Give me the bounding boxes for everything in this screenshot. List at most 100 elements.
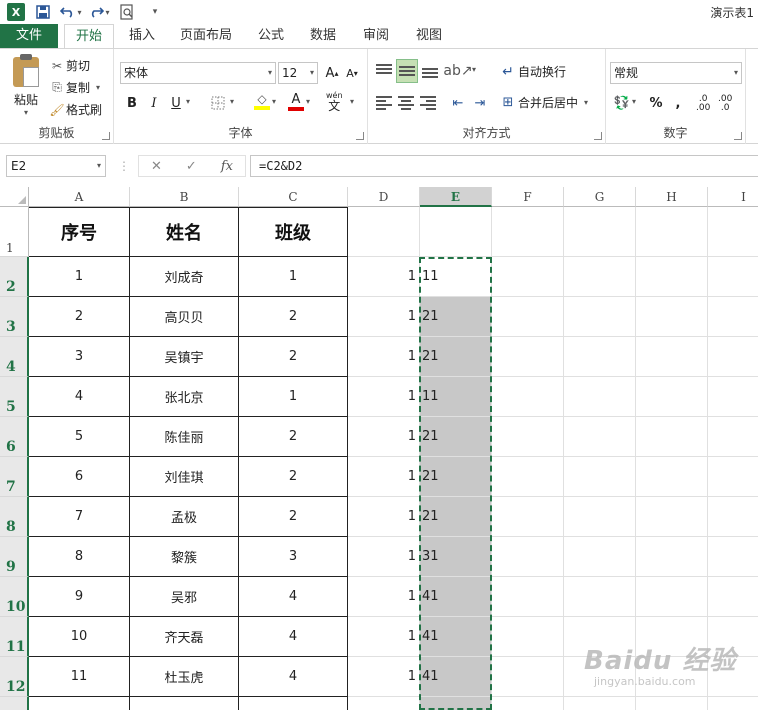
undo-icon[interactable]: ▾ (60, 2, 82, 22)
cell-index[interactable]: 8 (29, 537, 130, 577)
wrap-text-button[interactable]: ↵ 自动换行 (498, 63, 566, 80)
cell-i[interactable] (708, 457, 758, 497)
cell-d[interactable]: 1 (348, 337, 420, 377)
copy-button[interactable]: ⎘ 复制 ▾ (48, 79, 100, 96)
align-center-icon[interactable] (396, 93, 416, 113)
cell-g[interactable] (564, 497, 636, 537)
tab-review[interactable]: 审阅 (353, 24, 399, 48)
cell-f[interactable] (492, 497, 564, 537)
cell-h[interactable] (636, 417, 708, 457)
cell-d[interactable]: 1 (348, 417, 420, 457)
paste-dropdown-icon[interactable]: ▾ (24, 108, 28, 117)
cell-index[interactable]: 4 (29, 377, 130, 417)
number-format-select[interactable]: 常规 ▾ (610, 62, 742, 84)
orientation-dropdown-icon[interactable]: ▾ (472, 65, 476, 74)
cell-e[interactable]: 21 (420, 337, 492, 377)
row-header-13[interactable] (0, 697, 29, 710)
phonetic-guide-icon[interactable]: wén 文 (326, 91, 343, 112)
cell-name[interactable]: 吴镇宇 (130, 337, 239, 377)
merge-dropdown-icon[interactable]: ▾ (584, 98, 588, 107)
cell-i[interactable] (708, 417, 758, 457)
cell-i[interactable] (708, 297, 758, 337)
shrink-font-button[interactable]: A ▾ (342, 63, 362, 83)
cell-e[interactable]: 21 (420, 417, 492, 457)
row-header-4[interactable]: 4 (0, 337, 29, 377)
cell-g[interactable] (564, 337, 636, 377)
enter-icon[interactable]: ✓ (186, 159, 197, 174)
cell-name[interactable]: 张北京 (130, 377, 239, 417)
row-header-11[interactable]: 11 (0, 617, 29, 657)
name-box[interactable]: E2 ▾ (6, 155, 106, 177)
format-painter-button[interactable]: 🖌 格式刷 (48, 101, 102, 118)
cell-f[interactable] (492, 537, 564, 577)
row-header-7[interactable]: 7 (0, 457, 29, 497)
column-header-e[interactable]: E (420, 187, 492, 207)
cell-i[interactable] (708, 577, 758, 617)
middle-align-icon[interactable] (396, 59, 418, 83)
cell-h[interactable] (636, 537, 708, 577)
cell-h[interactable] (636, 697, 708, 710)
tab-formulas[interactable]: 公式 (248, 24, 294, 48)
select-all-button[interactable] (0, 187, 29, 207)
accounting-format-icon[interactable]: 💱 (612, 93, 632, 113)
cell-g[interactable] (564, 537, 636, 577)
cell-class[interactable]: 2 (239, 457, 348, 497)
column-header-c[interactable]: C (239, 187, 348, 207)
print-preview-icon[interactable] (116, 2, 138, 22)
align-right-icon[interactable] (418, 93, 438, 113)
cell-d[interactable]: 1 (348, 537, 420, 577)
cell-f[interactable] (492, 257, 564, 297)
row-header-5[interactable]: 5 (0, 377, 29, 417)
cell-d[interactable]: 1 (348, 457, 420, 497)
header-cell-name[interactable]: 姓名 (130, 207, 239, 257)
underline-button[interactable]: U (166, 93, 186, 113)
cell-i[interactable] (708, 337, 758, 377)
cell-e[interactable]: 41 (420, 577, 492, 617)
cell-class[interactable]: 4 (239, 577, 348, 617)
font-size-dropdown-icon[interactable]: ▾ (310, 63, 314, 83)
cell-index[interactable]: 9 (29, 577, 130, 617)
cell-f1[interactable] (492, 207, 564, 257)
cell-name[interactable]: 孟极 (130, 497, 239, 537)
phonetic-dropdown-icon[interactable]: ▾ (350, 97, 354, 106)
cell-g[interactable] (564, 417, 636, 457)
cell-h1[interactable] (636, 207, 708, 257)
column-header-i[interactable]: I (708, 187, 758, 207)
copy-dropdown-icon[interactable]: ▾ (96, 83, 100, 92)
cell-h[interactable] (636, 257, 708, 297)
cell-i[interactable] (708, 497, 758, 537)
tab-page-layout[interactable]: 页面布局 (170, 24, 242, 48)
bottom-align-icon[interactable] (420, 61, 440, 81)
cell-e[interactable]: 41 (420, 657, 492, 697)
cell-name[interactable]: 吴邪 (130, 577, 239, 617)
top-align-icon[interactable] (374, 61, 394, 81)
cell-e[interactable]: 11 (420, 377, 492, 417)
cell-class[interactable] (239, 697, 348, 710)
cell-class[interactable]: 1 (239, 257, 348, 297)
paste-button[interactable]: 粘贴 ▾ (8, 54, 44, 121)
cell-e[interactable]: 31 (420, 537, 492, 577)
cell-g1[interactable] (564, 207, 636, 257)
cell-index[interactable]: 2 (29, 297, 130, 337)
cell-index[interactable]: 11 (29, 657, 130, 697)
cell-d[interactable]: 1 (348, 257, 420, 297)
cell-i[interactable] (708, 537, 758, 577)
borders-dropdown-icon[interactable]: ▾ (230, 97, 234, 106)
cell-f[interactable] (492, 657, 564, 697)
cell-f[interactable] (492, 577, 564, 617)
cell-i1[interactable] (708, 207, 758, 257)
cell-class[interactable]: 2 (239, 337, 348, 377)
cut-button[interactable]: ✂ 剪切 (48, 57, 90, 74)
cell-index[interactable]: 1 (29, 257, 130, 297)
cell-g[interactable] (564, 297, 636, 337)
undo-dropdown-icon[interactable]: ▾ (77, 8, 81, 17)
cell-e[interactable]: 21 (420, 497, 492, 537)
cell-i[interactable] (708, 257, 758, 297)
formula-bar-grip-icon[interactable]: ⋮ (118, 159, 130, 173)
header-cell-class[interactable]: 班级 (239, 207, 348, 257)
percent-style-button[interactable]: % (646, 93, 666, 113)
name-box-dropdown-icon[interactable]: ▾ (97, 156, 101, 176)
cell-f[interactable] (492, 617, 564, 657)
number-launcher-icon[interactable] (734, 132, 742, 140)
tab-home[interactable]: 开始 (64, 24, 114, 49)
